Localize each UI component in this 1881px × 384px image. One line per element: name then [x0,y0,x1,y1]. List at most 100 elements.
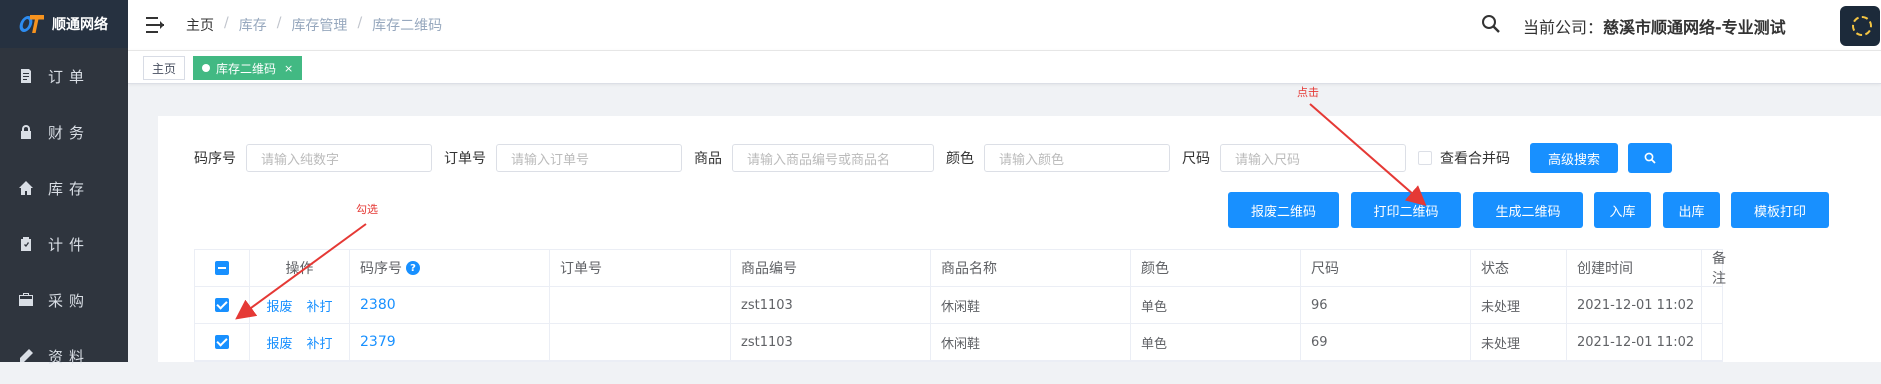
breadcrumb-inventory: 库存 [238,18,267,34]
header-status: 状态 [1471,250,1567,286]
logo: 顺通网络 [0,0,128,48]
color-label: 颜色 [946,151,974,167]
color-cell: 单色 [1131,287,1301,323]
sidebar: 顺通网络 订单 财务 库存 计件 采购 资料 [0,0,128,366]
sidebar-item-label: 采购 [48,291,91,310]
qrcode-table: 操作 码序号? 订单号 商品编号 商品名称 颜色 尺码 状态 创建时间 备注 报… [194,249,1726,362]
discard-link[interactable]: 报废 [266,333,292,352]
current-company: 当前公司：慈溪市顺通网络-专业测试 [1523,14,1786,38]
order-label: 订单号 [444,151,486,167]
sidebar-item-label: 库存 [48,179,91,198]
header-code: 码序号? [350,250,550,286]
name-cell: 休闲鞋 [931,287,1131,323]
header-created: 创建时间 [1567,250,1702,286]
avatar[interactable] [1840,6,1880,46]
code-label: 码序号 [194,151,236,167]
size-input[interactable]: 请输入尺码 [1220,144,1406,172]
sidebar-item-piecework[interactable]: 计件 [0,216,128,272]
help-icon[interactable]: ? [406,261,420,275]
home-icon [18,180,34,196]
breadcrumb-home[interactable]: 主页 [186,15,214,35]
sidebar-item-inventory[interactable]: 库存 [0,160,128,216]
status-cell: 未处理 [1471,287,1567,323]
print-qrcode-button[interactable]: 打印二维码 [1351,192,1461,228]
sidebar-item-label: 订单 [48,67,91,86]
header-actions: 操作 [250,250,350,286]
header-sku: 商品编号 [731,250,931,286]
breadcrumb-inventory-qrcode: 库存二维码 [372,18,443,34]
order-cell [550,287,731,323]
header-order: 订单号 [550,250,731,286]
header-note: 备注 [1712,251,1726,287]
code-input[interactable]: 请输入纯数字 [246,144,432,172]
status-cell: 未处理 [1471,324,1567,360]
reprint-link[interactable]: 补打 [307,333,333,352]
row-checkbox[interactable] [215,298,229,312]
order-icon [18,68,34,84]
annotation-click: 点击 [1297,86,1319,99]
clipboard-icon [18,236,34,252]
order-cell [550,324,731,360]
size-cell: 69 [1301,324,1471,360]
note-cell [1702,287,1722,323]
merge-checkbox[interactable] [1418,151,1432,165]
color-input[interactable]: 请输入颜色 [984,144,1170,172]
product-label: 商品 [694,151,722,167]
table-row: 报废 补打 2380 zst1103 休闲鞋 单色 96 未处理 2021-12… [195,287,1722,324]
annotation-check: 勾选 [356,203,378,216]
search-button[interactable] [1628,143,1672,173]
top-bar: 主页 / 库存 / 库存管理 / 库存二维码 当前公司：慈溪市顺通网络-专业测试 [128,0,1881,50]
sidebar-item-data[interactable]: 资料 [0,328,128,384]
stock-in-button[interactable]: 入库 [1594,192,1651,228]
breadcrumb: 主页 / 库存 / 库存管理 / 库存二维码 [186,15,443,35]
table-header: 操作 码序号? 订单号 商品编号 商品名称 颜色 尺码 状态 创建时间 备注 [195,250,1726,287]
active-dot-icon [202,64,210,72]
tag-label: 主页 [152,61,177,76]
filter-row: 码序号 请输入纯数字 订单号 请输入订单号 商品 请输入商品编号或商品名 颜色 … [194,143,1672,173]
discard-qrcode-button[interactable]: 报废二维码 [1228,192,1339,228]
generate-qrcode-button[interactable]: 生成二维码 [1473,192,1583,228]
created-cell: 2021-12-01 11:02 [1567,324,1702,360]
tag-inventory-qrcode[interactable]: 库存二维码 × [193,56,303,80]
code-cell[interactable]: 2379 [350,324,550,360]
color-cell: 单色 [1131,324,1301,360]
sidebar-item-label: 资料 [48,347,91,366]
search-icon [1644,152,1656,164]
reprint-link[interactable]: 补打 [307,296,333,315]
lock-icon [18,124,34,140]
advanced-search-button[interactable]: 高级搜索 [1530,143,1618,173]
template-print-button[interactable]: 模板打印 [1731,192,1829,228]
sidebar-item-finance[interactable]: 财务 [0,104,128,160]
company-label: 当前公司： [1523,18,1604,37]
company-name: 慈溪市顺通网络-专业测试 [1603,18,1786,37]
tag-home[interactable]: 主页 [143,56,186,80]
row-checkbox[interactable] [215,335,229,349]
search-icon[interactable] [1481,14,1501,34]
sku-cell: zst1103 [731,287,931,323]
order-input[interactable]: 请输入订单号 [496,144,682,172]
size-cell: 96 [1301,287,1471,323]
sidebar-item-label: 计件 [48,235,91,254]
logo-text: 顺通网络 [52,17,108,33]
sidebar-item-orders[interactable]: 订单 [0,48,128,104]
sidebar-item-label: 财务 [48,123,91,142]
sidebar-item-purchase[interactable]: 采购 [0,272,128,328]
code-cell[interactable]: 2380 [350,287,550,323]
header-color: 颜色 [1131,250,1301,286]
content-panel: 码序号 请输入纯数字 订单号 请输入订单号 商品 请输入商品编号或商品名 颜色 … [158,116,1881,362]
close-icon[interactable]: × [284,62,293,75]
merge-label: 查看合并码 [1440,151,1510,167]
table-row: 报废 补打 2379 zst1103 休闲鞋 单色 69 未处理 2021-12… [195,324,1722,361]
header-size: 尺码 [1301,250,1471,286]
created-cell: 2021-12-01 11:02 [1567,287,1702,323]
product-input[interactable]: 请输入商品编号或商品名 [732,144,934,172]
select-all-checkbox[interactable] [215,261,229,275]
menu-toggle-icon[interactable] [146,17,164,33]
stock-out-button[interactable]: 出库 [1663,192,1720,228]
discard-link[interactable]: 报废 [266,296,292,315]
breadcrumb-inventory-management: 库存管理 [291,18,348,34]
tag-label: 库存二维码 [216,61,277,76]
sku-cell: zst1103 [731,324,931,360]
size-label: 尺码 [1182,151,1210,167]
header-name: 商品名称 [931,250,1131,286]
